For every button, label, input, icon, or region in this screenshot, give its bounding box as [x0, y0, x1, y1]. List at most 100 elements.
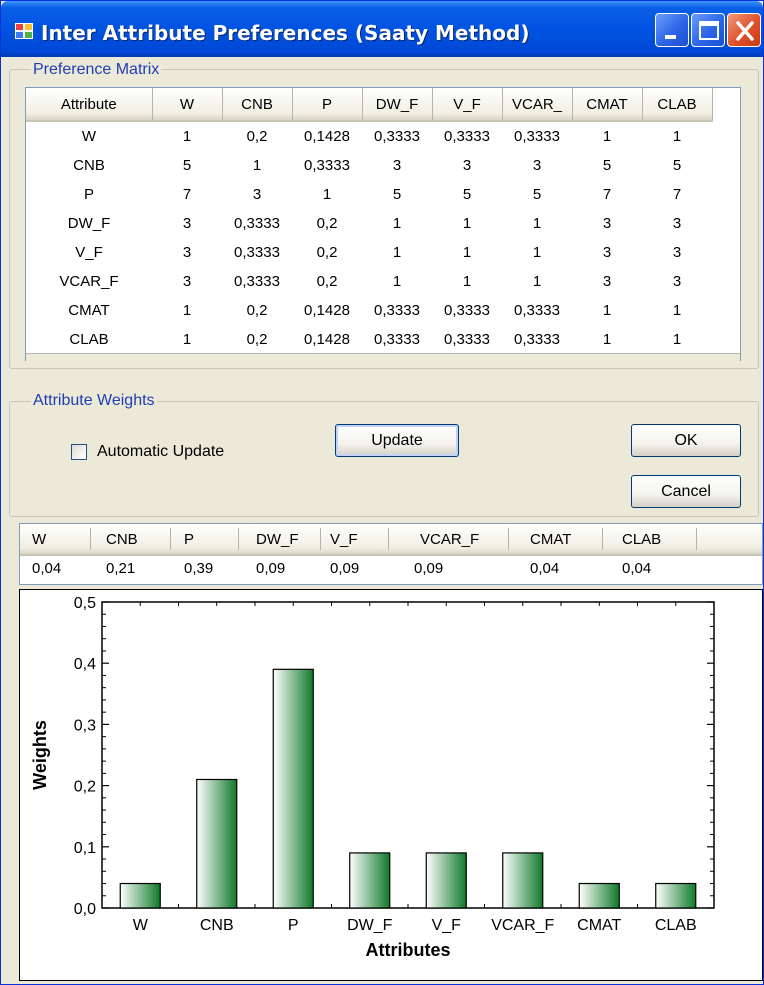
matrix-cell[interactable]: 1 — [362, 238, 432, 267]
matrix-cell[interactable]: 1 — [222, 151, 292, 180]
matrix-cell[interactable]: 0,3333 — [222, 209, 292, 238]
weights-column-header[interactable]: V_F — [330, 531, 358, 548]
cancel-button[interactable]: Cancel — [631, 475, 741, 508]
bar-cmat — [578, 882, 620, 909]
matrix-cell[interactable]: 1 — [292, 180, 362, 209]
matrix-cell[interactable]: 1 — [642, 325, 712, 354]
matrix-cell[interactable]: 3 — [572, 209, 642, 238]
matrix-cell[interactable]: 0,2 — [222, 121, 292, 151]
weights-column-header[interactable]: CMAT — [530, 531, 571, 548]
table-row: DW_F 3 0,3333 0,2 1 1 1 3 3 — [26, 209, 712, 238]
weights-list-header: W CNB P DW_F V_F VCAR_F CMAT CLAB — [20, 524, 762, 556]
column-header[interactable]: VCAR_ — [502, 88, 573, 122]
column-header[interactable]: V_F — [432, 88, 503, 122]
automatic-update-checkbox[interactable] — [71, 444, 87, 460]
matrix-cell[interactable]: 0,1428 — [292, 121, 362, 151]
matrix-cell[interactable]: 1 — [362, 209, 432, 238]
matrix-cell[interactable]: 1 — [362, 267, 432, 296]
matrix-cell[interactable]: 7 — [152, 180, 222, 209]
matrix-cell[interactable]: 3 — [222, 180, 292, 209]
matrix-cell[interactable]: 0,3333 — [502, 296, 572, 325]
matrix-cell[interactable]: 0,3333 — [502, 121, 572, 151]
matrix-cell[interactable]: 3 — [152, 267, 222, 296]
matrix-cell[interactable]: 1 — [432, 238, 502, 267]
matrix-cell[interactable]: 0,2 — [292, 267, 362, 296]
matrix-cell[interactable]: 0,3333 — [222, 267, 292, 296]
matrix-cell[interactable]: 3 — [362, 151, 432, 180]
matrix-cell[interactable]: 3 — [642, 238, 712, 267]
update-button[interactable]: Update — [335, 424, 459, 457]
matrix-cell[interactable]: 0,3333 — [432, 325, 502, 354]
weight-value: 0,09 — [256, 560, 286, 577]
minimize-button[interactable] — [655, 13, 689, 47]
matrix-cell[interactable]: 7 — [572, 180, 642, 209]
matrix-cell[interactable]: 3 — [502, 151, 572, 180]
maximize-button[interactable] — [691, 13, 725, 47]
matrix-cell[interactable]: 0,1428 — [292, 325, 362, 354]
matrix-cell[interactable]: 1 — [502, 238, 572, 267]
matrix-cell[interactable]: 0,3333 — [362, 325, 432, 354]
matrix-cell[interactable]: 1 — [572, 296, 642, 325]
column-header[interactable]: CLAB — [642, 88, 713, 122]
matrix-cell[interactable]: 3 — [152, 238, 222, 267]
matrix-cell[interactable]: 0,3333 — [362, 121, 432, 151]
matrix-cell[interactable]: 5 — [572, 151, 642, 180]
title-bar[interactable]: Inter Attribute Preferences (Saaty Metho… — [1, 1, 763, 57]
preference-matrix-label: Preference Matrix — [31, 61, 162, 79]
matrix-cell[interactable]: 0,3333 — [502, 325, 572, 354]
matrix-cell[interactable]: 3 — [152, 209, 222, 238]
column-header[interactable]: Attribute — [26, 88, 153, 122]
matrix-cell[interactable]: 1 — [502, 267, 572, 296]
matrix-cell[interactable]: 1 — [152, 325, 222, 354]
column-header[interactable]: DW_F — [362, 88, 433, 122]
plot-frame — [101, 601, 715, 909]
weights-column-header[interactable]: CLAB — [622, 531, 661, 548]
matrix-cell[interactable]: 0,3333 — [362, 296, 432, 325]
matrix-cell[interactable]: 1 — [432, 209, 502, 238]
x-tick-label: DW_F — [347, 917, 393, 934]
matrix-cell[interactable]: 1 — [572, 121, 642, 151]
matrix-cell[interactable]: 0,3333 — [222, 238, 292, 267]
weights-column-header[interactable]: CNB — [106, 531, 138, 548]
matrix-cell[interactable]: 5 — [152, 151, 222, 180]
matrix-cell[interactable]: 1 — [152, 296, 222, 325]
weights-column-header[interactable]: DW_F — [256, 531, 299, 548]
column-header[interactable]: CNB — [222, 88, 293, 122]
column-header[interactable]: CMAT — [572, 88, 643, 122]
matrix-cell[interactable]: 3 — [572, 238, 642, 267]
matrix-cell[interactable]: 0,3333 — [432, 121, 502, 151]
matrix-cell[interactable]: 3 — [642, 267, 712, 296]
matrix-cell[interactable]: 5 — [502, 180, 572, 209]
matrix-cell[interactable]: 3 — [572, 267, 642, 296]
column-header[interactable]: W — [152, 88, 223, 122]
weights-column-header[interactable]: P — [184, 531, 194, 548]
matrix-cell[interactable]: 1 — [572, 325, 642, 354]
matrix-cell[interactable]: 5 — [362, 180, 432, 209]
x-tick-label: CLAB — [655, 917, 697, 934]
matrix-cell[interactable]: 1 — [642, 296, 712, 325]
weights-list[interactable]: W CNB P DW_F V_F VCAR_F CMAT CLAB 0,04 0… — [19, 523, 763, 585]
weights-column-header[interactable]: VCAR_F — [420, 531, 479, 548]
matrix-cell[interactable]: 0,2 — [292, 238, 362, 267]
matrix-cell[interactable]: 0,2 — [292, 209, 362, 238]
close-button[interactable] — [727, 13, 761, 47]
matrix-cell[interactable]: 0,1428 — [292, 296, 362, 325]
matrix-cell[interactable]: 1 — [432, 267, 502, 296]
matrix-cell[interactable]: 0,2 — [222, 325, 292, 354]
automatic-update-label[interactable]: Automatic Update — [97, 443, 224, 461]
column-header[interactable]: P — [292, 88, 363, 122]
preference-matrix-grid[interactable]: Attribute W CNB P DW_F V_F VCAR_ CMAT CL… — [25, 87, 741, 362]
matrix-cell[interactable]: 5 — [432, 180, 502, 209]
matrix-cell[interactable]: 0,3333 — [292, 151, 362, 180]
matrix-cell[interactable]: 3 — [642, 209, 712, 238]
weights-column-header[interactable]: W — [32, 531, 46, 548]
matrix-cell[interactable]: 0,3333 — [432, 296, 502, 325]
ok-button[interactable]: OK — [631, 424, 741, 457]
matrix-cell[interactable]: 1 — [642, 121, 712, 151]
matrix-cell[interactable]: 3 — [432, 151, 502, 180]
matrix-cell[interactable]: 7 — [642, 180, 712, 209]
matrix-cell[interactable]: 1 — [502, 209, 572, 238]
matrix-cell[interactable]: 5 — [642, 151, 712, 180]
matrix-cell[interactable]: 0,2 — [222, 296, 292, 325]
matrix-cell[interactable]: 1 — [152, 121, 222, 151]
